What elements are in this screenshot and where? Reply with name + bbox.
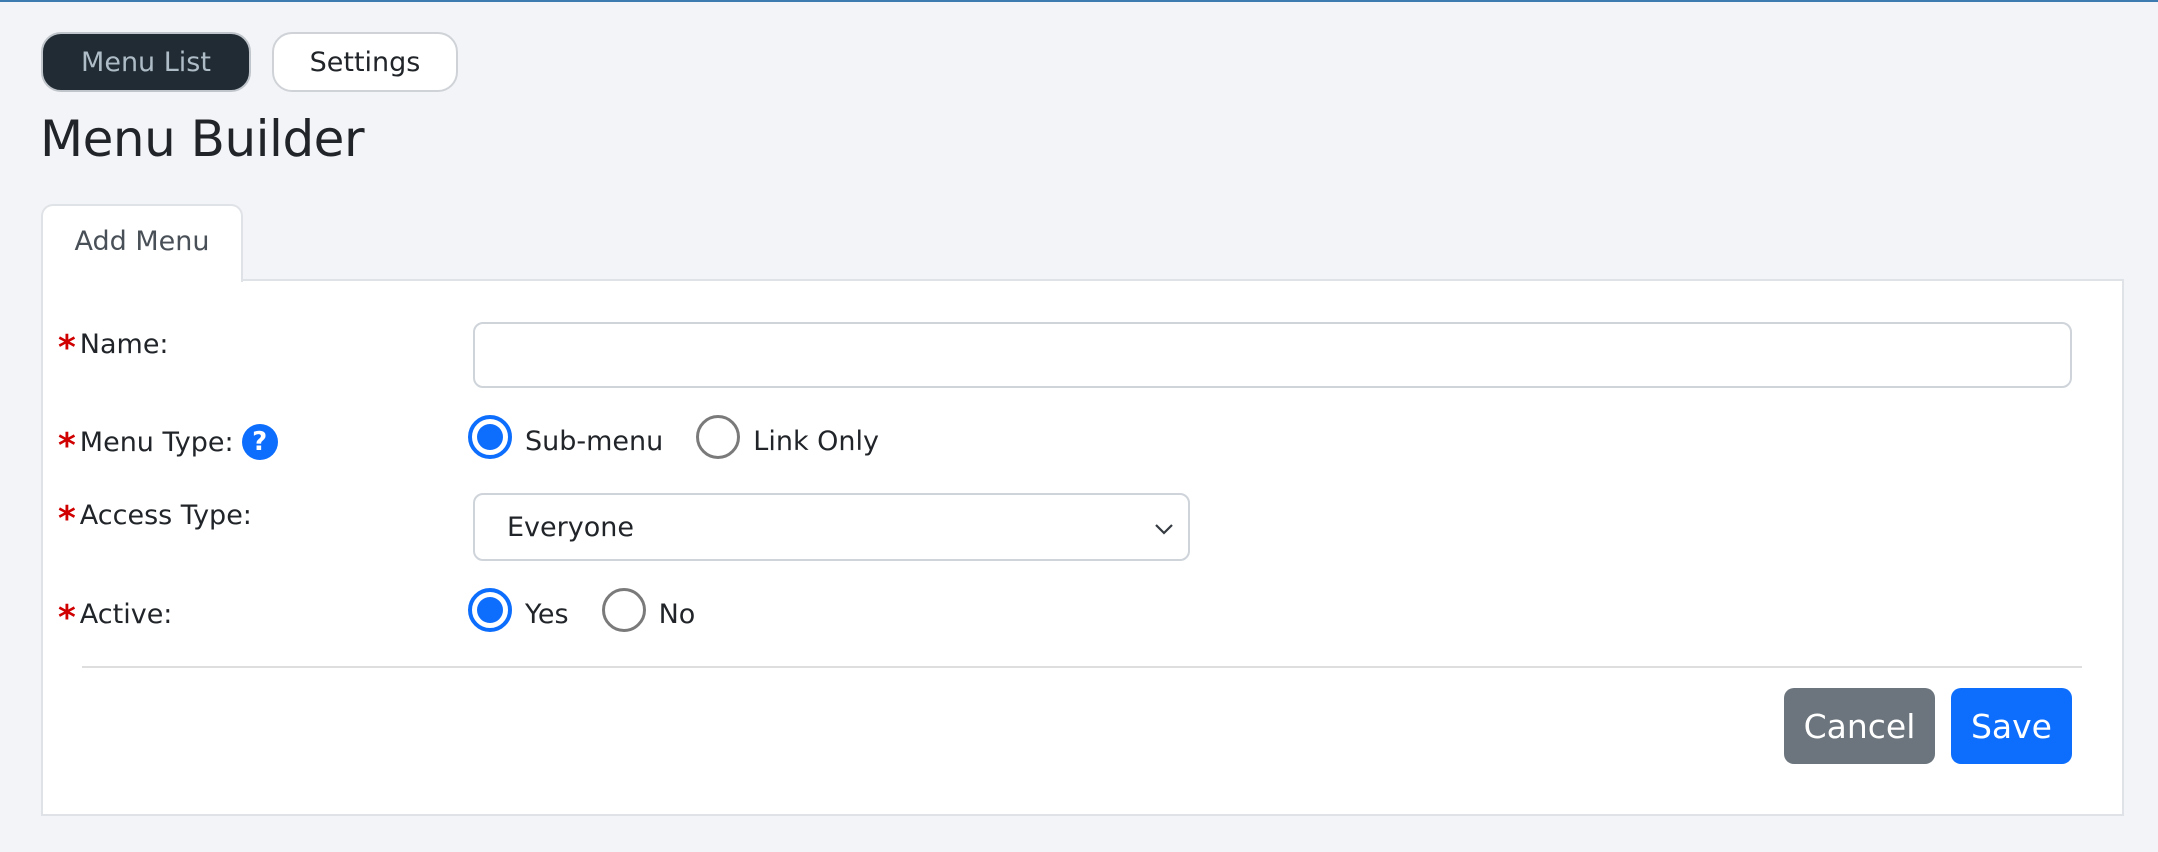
name-input[interactable]	[473, 322, 2072, 388]
save-button[interactable]: Save	[1951, 688, 2072, 764]
form-divider	[82, 666, 2082, 668]
required-marker: *	[58, 598, 76, 638]
menu-type-label: * Menu Type: ?	[58, 422, 278, 466]
required-marker: *	[58, 328, 76, 368]
required-marker: *	[58, 426, 76, 466]
settings-button[interactable]: Settings	[272, 32, 458, 92]
tab-label: Add Menu	[74, 225, 210, 257]
chevron-down-icon	[1155, 524, 1173, 535]
required-marker: *	[58, 499, 76, 539]
active-radio-group: Yes No	[468, 588, 728, 632]
question-circle-icon[interactable]: ?	[241, 424, 278, 460]
page-title: Menu Builder	[40, 110, 365, 168]
active-yes-radio[interactable]	[468, 588, 512, 632]
active-no-radio[interactable]	[601, 588, 646, 632]
access-type-label: * Access Type:	[58, 495, 252, 539]
sub-menu-radio[interactable]	[468, 415, 512, 459]
access-type-selected-value: Everyone	[507, 511, 634, 543]
link-only-radio[interactable]	[696, 415, 741, 459]
sub-menu-radio-label[interactable]: Sub-menu	[525, 426, 663, 457]
link-only-radio-label[interactable]: Link Only	[753, 426, 879, 457]
access-type-select[interactable]: Everyone	[473, 493, 1190, 561]
active-no-radio-label[interactable]: No	[659, 599, 696, 630]
active-yes-radio-label[interactable]: Yes	[525, 599, 569, 630]
name-label-text: Name:	[79, 328, 169, 360]
active-label-text: Active:	[79, 598, 173, 630]
menu-type-radio-group: Sub-menu Link Only	[468, 415, 912, 459]
menu-list-button[interactable]: Menu List	[41, 32, 251, 92]
menu-type-label-text: Menu Type:	[79, 426, 234, 458]
name-label: * Name:	[58, 324, 169, 368]
cancel-button[interactable]: Cancel	[1784, 688, 1935, 764]
access-type-label-text: Access Type:	[79, 499, 252, 531]
active-label: * Active:	[58, 594, 173, 638]
tab-add-menu[interactable]: Add Menu	[41, 204, 243, 282]
